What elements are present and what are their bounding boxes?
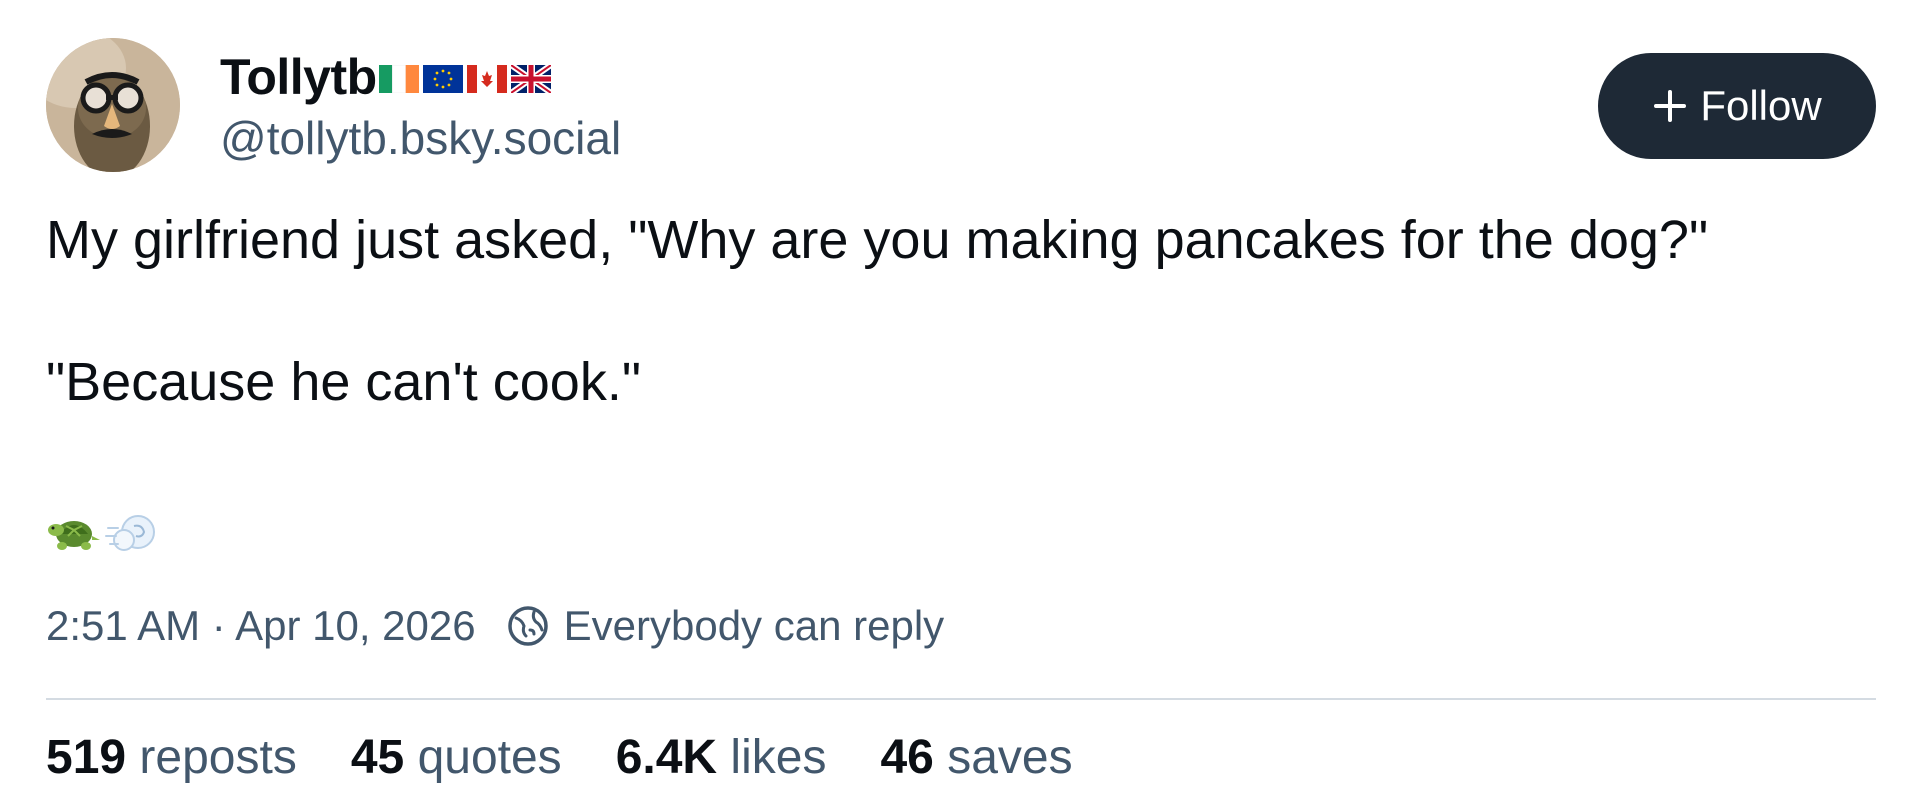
avatar-image [46,38,180,172]
likes-count: 6.4K [615,731,731,784]
saves-count: 46 [880,731,948,784]
author-block: Tollytb @tollytb.bsky.social [220,48,621,166]
dash-emoji-icon [105,515,155,551]
likes-stat[interactable]: 6.4K likes [616,728,827,788]
display-name-row: Tollytb [220,48,621,106]
flag-list [378,65,551,93]
display-name[interactable]: Tollytb [220,48,377,106]
quotes-label: quotes [417,731,562,784]
reposts-label: reposts [139,731,297,784]
ireland-flag-icon [378,65,419,93]
follow-button-label: Follow [1700,82,1822,129]
reposts-stat[interactable]: 519 reposts [46,728,297,788]
timestamp[interactable]: 2:51 AM · Apr 10, 2026 [46,602,476,650]
post-text-line-2: "Because he can't cook." [46,352,642,412]
saves-stat[interactable]: 46 saves [880,728,1072,788]
post-card: Tollytb @tollytb.bsky.social Follow My g… [46,38,1876,798]
uk-flag-icon [510,65,551,93]
engagement-stats: 519 reposts 45 quotes 6.4K likes 46 save… [46,728,1127,788]
reposts-count: 519 [46,731,140,784]
reply-setting: Everybody can reply [563,602,945,649]
turtle-emoji-icon [48,521,100,550]
eu-flag-icon [422,65,463,93]
globe-icon [507,606,548,646]
quotes-stat[interactable]: 45 quotes [351,728,562,788]
quotes-count: 45 [350,731,418,784]
handle[interactable]: @tollytb.bsky.social [220,110,621,166]
saves-label: saves [947,731,1073,784]
divider [46,698,1876,700]
post-text: My girlfriend just asked, "Why are you m… [46,208,1708,414]
likes-label: likes [730,731,827,784]
post-meta: 2:51 AM · Apr 10, 2026 Everybody can rep… [46,598,944,654]
emoji-row [46,508,160,558]
plus-icon [1654,90,1687,122]
post-text-line-1: My girlfriend just asked, "Why are you m… [46,210,1709,270]
avatar[interactable] [46,38,180,172]
canada-flag-icon [466,65,507,93]
follow-button[interactable]: Follow [1598,53,1876,159]
